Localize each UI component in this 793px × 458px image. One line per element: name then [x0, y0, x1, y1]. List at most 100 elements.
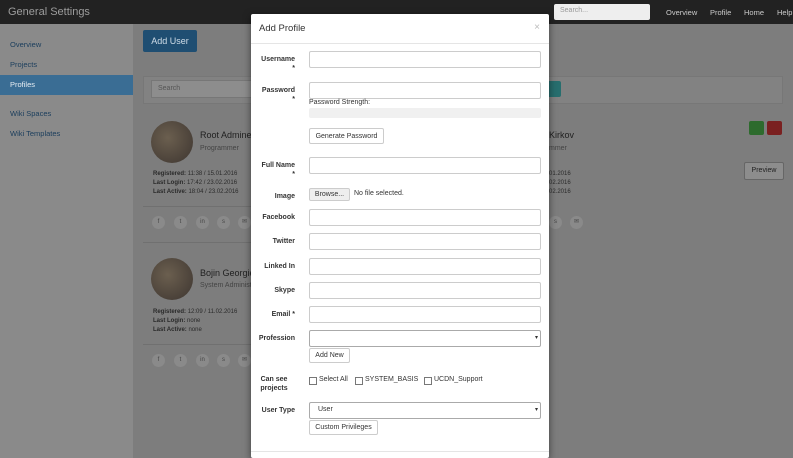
- user-meta: Registered: 12:09 / 11.02.2016 Last Logi…: [153, 308, 237, 335]
- linkedin-icon[interactable]: in: [196, 354, 209, 367]
- avatar: [151, 121, 193, 163]
- last-active-value: 18:04 / 23.02.2016: [188, 189, 239, 195]
- user-type-value: User: [318, 406, 333, 413]
- add-new-button[interactable]: Add New: [309, 348, 350, 363]
- username-input[interactable]: [309, 51, 541, 68]
- modal-title: Add Profile: [259, 23, 306, 34]
- custom-privileges-button[interactable]: Custom Privileges: [309, 420, 378, 435]
- user-name: Bojin Georgie: [200, 268, 255, 278]
- delete-button[interactable]: [767, 121, 782, 135]
- sidebar-item-projects[interactable]: Projects: [0, 55, 133, 75]
- can-see-projects-label: Can see projects: [260, 376, 288, 392]
- username-label: Username *: [261, 56, 295, 72]
- user-type-label: User Type: [261, 407, 295, 414]
- registered-value: 11:38 / 15.01.2016: [187, 171, 238, 177]
- divider: [143, 206, 251, 207]
- last-login-value: 17:42 / 23.02.2016: [187, 180, 238, 186]
- brand-title[interactable]: General Settings: [8, 6, 90, 18]
- facebook-label: Facebook: [262, 214, 295, 221]
- user-meta: Registered: 11:38 / 15.01.2016 Last Logi…: [153, 170, 239, 197]
- sidebar-item-wiki-templates[interactable]: Wiki Templates: [0, 124, 133, 144]
- search-button[interactable]: [547, 81, 561, 97]
- user-role: System Administ: [200, 282, 252, 289]
- registered-label: Registered:: [153, 309, 187, 315]
- linkedin-input[interactable]: [309, 258, 541, 275]
- skype-icon[interactable]: s: [217, 216, 230, 229]
- nav-link-profile[interactable]: Profile: [710, 8, 731, 17]
- user-role: mmer: [549, 145, 567, 152]
- twitter-input[interactable]: [309, 233, 541, 250]
- no-file-text: No file selected.: [354, 190, 404, 197]
- last-active-label: Last Active:: [153, 327, 187, 333]
- user-type-select[interactable]: User ▾: [309, 402, 541, 419]
- image-label: Image: [274, 193, 295, 200]
- date-value: 02.2016: [549, 189, 571, 195]
- twitter-icon[interactable]: t: [174, 216, 187, 229]
- sidebar-item-profiles[interactable]: Profiles: [0, 75, 133, 95]
- system-basis-label: SYSTEM_BASIS: [365, 376, 419, 383]
- password-strength-bar: [309, 108, 541, 118]
- chevron-down-icon: ▾: [534, 407, 538, 413]
- mail-icon[interactable]: ✉: [238, 354, 251, 367]
- last-login-value: none: [187, 318, 201, 324]
- last-active-label: Last Active:: [153, 189, 187, 195]
- nav-link-help[interactable]: Help: [777, 8, 792, 17]
- user-meta: 01.2016 02.2016 02.2016: [549, 170, 571, 197]
- skype-icon[interactable]: s: [549, 216, 562, 229]
- facebook-icon[interactable]: f: [152, 354, 165, 367]
- preview-button[interactable]: Preview: [744, 162, 784, 180]
- date-value: 02.2016: [549, 180, 571, 186]
- select-all-checkbox[interactable]: [309, 377, 317, 385]
- chevron-down-icon: ▾: [534, 335, 538, 341]
- generate-password-button[interactable]: Generate Password: [309, 128, 384, 144]
- twitter-icon[interactable]: t: [174, 354, 187, 367]
- profession-select[interactable]: ▾: [309, 330, 541, 347]
- password-strength-label: Password Strength:: [309, 99, 371, 106]
- select-all-label: Select All: [319, 376, 348, 383]
- ucdn-support-label: UCDN_Support: [434, 376, 483, 383]
- facebook-icon[interactable]: f: [152, 216, 165, 229]
- profession-label: Profession: [258, 335, 295, 342]
- add-profile-modal: Add Profile × Username * Password * Passwo…: [251, 14, 549, 458]
- full-name-input[interactable]: [309, 157, 541, 174]
- sidebar-item-overview[interactable]: Overview: [0, 35, 133, 55]
- user-name: Root Admine: [200, 130, 252, 140]
- mail-icon[interactable]: ✉: [570, 216, 583, 229]
- user-role: Programmer: [200, 145, 239, 152]
- modal-header: Add Profile ×: [251, 14, 549, 44]
- password-label: Password *: [261, 87, 295, 103]
- avatar: [151, 258, 193, 300]
- add-user-button[interactable]: Add User: [143, 30, 197, 52]
- user-name: Kirkov: [549, 130, 575, 140]
- facebook-input[interactable]: [309, 209, 541, 226]
- registered-label: Registered:: [153, 171, 187, 177]
- sidebar-item-wiki-spaces[interactable]: Wiki Spaces: [0, 104, 133, 124]
- last-active-value: none: [188, 327, 202, 333]
- full-name-label: Full Name *: [261, 162, 295, 178]
- skype-icon[interactable]: s: [217, 354, 230, 367]
- user-search-input[interactable]: Search: [151, 80, 255, 98]
- registered-value: 12:09 / 11.02.2016: [187, 309, 238, 315]
- last-login-label: Last Login:: [153, 318, 186, 324]
- skype-label: Skype: [274, 287, 295, 294]
- browse-button[interactable]: Browse...: [309, 188, 350, 201]
- email-input[interactable]: [309, 306, 541, 323]
- nav-link-overview[interactable]: Overview: [666, 8, 697, 17]
- nav-search-input[interactable]: Search...: [554, 4, 650, 20]
- ucdn-support-checkbox[interactable]: [424, 377, 432, 385]
- modal-footer-divider: [251, 451, 549, 452]
- divider: [143, 344, 251, 345]
- email-label: Email *: [271, 311, 295, 318]
- mail-icon[interactable]: ✉: [238, 216, 251, 229]
- edit-button[interactable]: [749, 121, 764, 135]
- close-icon[interactable]: ×: [534, 22, 540, 33]
- linkedin-icon[interactable]: in: [196, 216, 209, 229]
- linkedin-label: Linked In: [264, 263, 295, 270]
- system-basis-checkbox[interactable]: [355, 377, 363, 385]
- twitter-label: Twitter: [272, 238, 295, 245]
- skype-input[interactable]: [309, 282, 541, 299]
- last-login-label: Last Login:: [153, 180, 186, 186]
- password-input[interactable]: [309, 82, 541, 99]
- nav-link-home[interactable]: Home: [744, 8, 764, 17]
- date-value: 01.2016: [549, 171, 571, 177]
